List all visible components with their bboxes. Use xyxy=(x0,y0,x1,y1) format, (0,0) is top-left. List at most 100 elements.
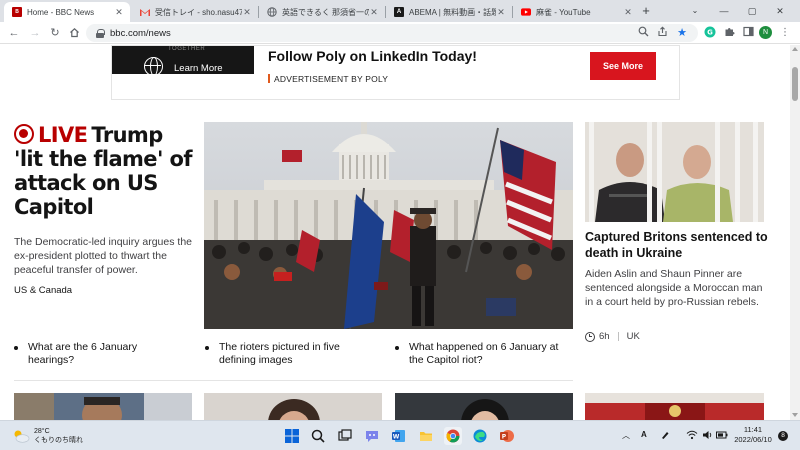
menu-icon[interactable]: ⋮ xyxy=(778,26,792,40)
clock-date: 2022/06/10 xyxy=(734,435,772,444)
main-headline-link[interactable]: LIVE Trump 'lit the flame' of attack on U… xyxy=(14,123,194,219)
related-link-what-happened[interactable]: What happened on 6 January at the Capito… xyxy=(395,341,563,366)
ime-indicator[interactable]: A xyxy=(641,430,647,439)
page-scrollbar[interactable] xyxy=(790,45,800,420)
see-more-button[interactable]: See More xyxy=(590,52,656,80)
learn-more-link[interactable]: Learn More xyxy=(174,63,223,74)
ad-title[interactable]: Follow Poly on LinkedIn Today! xyxy=(268,48,477,64)
maximize-icon[interactable]: ▢ xyxy=(738,0,766,22)
thumbnail-image xyxy=(204,393,382,420)
meta-divider xyxy=(617,332,619,341)
volume-icon[interactable] xyxy=(702,430,714,442)
pen-menu-icon[interactable] xyxy=(660,430,670,442)
share-icon[interactable] xyxy=(655,26,669,40)
advertisement-banner[interactable]: TOGETHER Learn More Follow Poly on Linke… xyxy=(111,45,680,100)
side-panel-icon[interactable] xyxy=(741,26,755,40)
live-icon xyxy=(14,124,34,144)
side-story-meta: 6h UK xyxy=(585,331,640,342)
minimize-icon[interactable]: — xyxy=(710,0,738,22)
ad-marker xyxy=(268,74,270,83)
story-thumbnail[interactable] xyxy=(14,393,192,420)
tab-strip: B Home - BBC News ✕ 受信トレイ - sho.nasu4749… xyxy=(0,0,800,22)
bookmark-star-icon[interactable]: ★ xyxy=(675,26,689,40)
chrome-taskbar-icon[interactable] xyxy=(444,427,462,445)
capitol-illustration xyxy=(204,122,573,329)
home-icon[interactable] xyxy=(66,25,82,41)
notification-badge[interactable]: 8 xyxy=(778,431,788,441)
browser-toolbar: ← → ↻ bbc.com/news ★ G N ⋮ xyxy=(0,22,800,44)
side-headline-link[interactable]: Captured Britons sentenced to death in U… xyxy=(585,229,770,261)
word-icon[interactable]: W xyxy=(390,427,408,445)
close-icon[interactable]: ✕ xyxy=(623,7,633,18)
weather-text: 28°C くもりのち晴れ xyxy=(34,427,83,445)
lock-icon[interactable] xyxy=(96,28,105,38)
story-thumbnail[interactable] xyxy=(395,393,573,420)
abema-icon: A xyxy=(394,7,404,17)
wifi-icon[interactable] xyxy=(686,430,698,442)
forward-icon[interactable]: → xyxy=(27,25,43,41)
extensions-icon[interactable] xyxy=(722,26,736,40)
close-window-icon[interactable]: ✕ xyxy=(766,0,794,22)
powerpoint-icon[interactable]: P xyxy=(498,427,516,445)
clock-icon xyxy=(585,331,595,342)
grammarly-icon[interactable]: G xyxy=(703,26,717,40)
tab-gmail[interactable]: 受信トレイ - sho.nasu4749 ✕ xyxy=(132,2,258,22)
url-text: bbc.com/news xyxy=(110,27,171,39)
task-view-icon[interactable] xyxy=(336,427,354,445)
gmail-icon xyxy=(140,7,150,17)
main-summary: The Democratic-led inquiry argues the ex… xyxy=(14,236,192,276)
cloud-sun-icon xyxy=(12,429,30,443)
profile-initial: N xyxy=(759,26,772,39)
search-icon[interactable] xyxy=(309,427,327,445)
back-icon[interactable]: ← xyxy=(6,25,22,41)
edge-icon[interactable] xyxy=(471,427,489,445)
teams-chat-icon[interactable] xyxy=(363,427,381,445)
page-content: TOGETHER Learn More Follow Poly on Linke… xyxy=(0,45,790,420)
close-icon[interactable]: ✕ xyxy=(242,7,252,18)
tab-blog[interactable]: 英語できるく 那須省一のブロ ✕ xyxy=(259,2,385,22)
live-label: LIVE xyxy=(38,123,88,147)
side-story-tag[interactable]: UK xyxy=(627,331,640,342)
start-button[interactable] xyxy=(283,427,301,445)
svg-text:P: P xyxy=(502,434,507,441)
section-divider xyxy=(14,380,573,381)
thumbnail-image xyxy=(14,393,192,420)
ad-byline: ADVERTISEMENT BY POLY xyxy=(274,74,389,84)
zoom-icon[interactable] xyxy=(636,26,650,40)
tab-bbc-news[interactable]: B Home - BBC News ✕ xyxy=(4,2,130,22)
weather-widget[interactable]: 28°C くもりのち晴れ xyxy=(12,427,83,445)
tray-chevron-icon[interactable]: ︿ xyxy=(622,430,630,441)
tab-label: 麻雀 - YouTube xyxy=(536,7,591,17)
related-link-hearings[interactable]: What are the 6 January hearings? xyxy=(14,341,182,366)
capitol-riot-photo[interactable] xyxy=(204,122,573,329)
scroll-up-icon[interactable] xyxy=(792,47,798,51)
tab-search-icon[interactable]: ⌄ xyxy=(688,3,702,19)
profile-avatar[interactable]: N xyxy=(759,26,773,40)
tab-abema[interactable]: A ABEMA | 無料動画・話題の ✕ xyxy=(386,2,512,22)
close-icon[interactable]: ✕ xyxy=(114,7,124,18)
story-thumbnail[interactable] xyxy=(204,393,382,420)
thumbnail-image xyxy=(585,393,764,420)
address-bar[interactable]: bbc.com/news xyxy=(86,24,698,42)
svg-text:W: W xyxy=(393,434,400,441)
youtube-icon xyxy=(521,7,531,17)
globe-icon xyxy=(144,57,163,74)
close-icon[interactable]: ✕ xyxy=(496,7,506,18)
scroll-down-icon[interactable] xyxy=(792,413,798,417)
main-tag-link[interactable]: US & Canada xyxy=(14,285,72,296)
taskbar-clock[interactable]: 11:41 2022/06/10 xyxy=(733,425,773,445)
scrollbar-thumb[interactable] xyxy=(792,67,798,101)
tab-label: ABEMA | 無料動画・話題の xyxy=(409,7,496,17)
file-explorer-icon[interactable] xyxy=(417,427,435,445)
new-tab-button[interactable]: + xyxy=(638,3,654,19)
reload-icon[interactable]: ↻ xyxy=(47,25,63,41)
story-thumbnail[interactable] xyxy=(585,393,764,420)
svg-text:G: G xyxy=(707,29,713,37)
battery-icon[interactable] xyxy=(716,430,728,442)
captured-britons-photo[interactable] xyxy=(585,122,764,222)
close-icon[interactable]: ✕ xyxy=(369,7,379,18)
windows-taskbar: 28°C くもりのち晴れ W P ︿ A 11:41 2022/06/10 8 xyxy=(0,420,800,450)
ad-image[interactable]: TOGETHER Learn More xyxy=(112,46,254,74)
related-link-rioters[interactable]: The rioters pictured in five defining im… xyxy=(205,341,373,366)
tab-youtube[interactable]: 麻雀 - YouTube ✕ xyxy=(513,2,639,22)
